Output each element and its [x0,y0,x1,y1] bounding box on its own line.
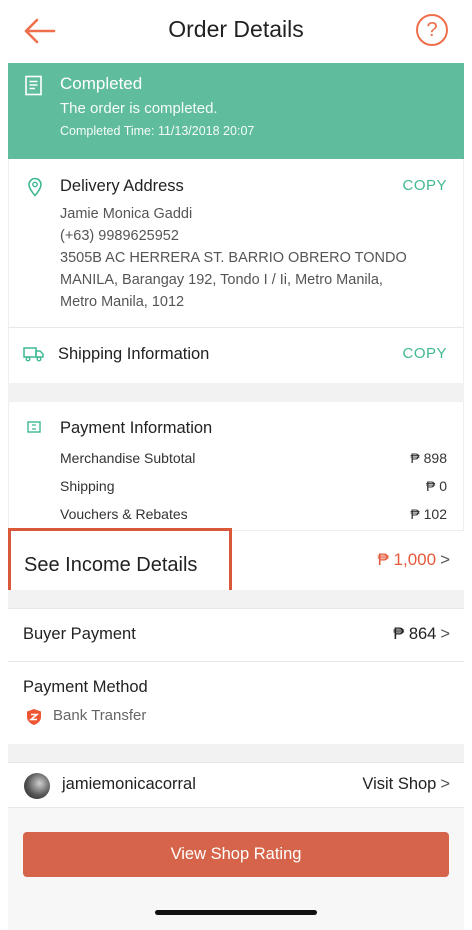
payment-information-title: Payment Information [60,419,213,437]
shop-row[interactable]: jamiemonicacorral Visit Shop > [8,762,464,808]
recipient-name: Jamie Monica Gaddi [60,206,193,222]
app-header: Order Details ? [0,0,472,62]
section-divider [8,383,464,402]
row-value: ₱ 0 [425,478,447,494]
row-value: ₱ 102 [410,506,447,522]
page-title: Order Details [168,16,304,42]
payment-method-title: Payment Method [23,678,148,696]
delivery-address-title: Delivery Address [60,177,184,195]
money-icon [27,420,41,433]
address-line: 3505B AC HERRERA ST. BARRIO OBRERO TONDO [60,250,407,266]
section-divider [8,744,464,762]
truck-icon [23,346,45,362]
row-label: Vouchers & Rebates [60,506,188,522]
income-value: ₱ 1,000 > [377,550,450,570]
shipping-information-section[interactable]: Shipping Information COPY [8,327,464,383]
section-divider [8,590,464,608]
payment-method-value: Bank Transfer [53,707,147,724]
chevron-right-icon: > [440,550,450,569]
copy-address-button[interactable]: COPY [402,177,447,194]
view-shop-rating-button[interactable]: View Shop Rating [23,832,449,877]
address-line: Metro Manila, 1012 [60,294,185,310]
chevron-right-icon: > [440,775,450,793]
buyer-payment-amount: ₱ 864 [393,625,437,643]
help-icon[interactable]: ? [416,14,448,46]
buyer-payment-row[interactable]: Buyer Payment ₱ 864 > [8,608,464,662]
vouchers-rebates-row: Vouchers & Rebates ₱ 102 [60,506,447,522]
row-label: Shipping [60,478,115,494]
shield-icon [26,708,42,726]
buyer-payment-value: ₱ 864 > [393,625,450,644]
delivery-address-section: Delivery Address COPY Jamie Monica Gaddi… [8,159,464,327]
avatar [24,773,50,799]
location-pin-icon [27,177,43,197]
payment-method-section: Payment Method Bank Transfer [8,662,464,744]
receipt-icon [24,75,44,97]
recipient-phone: (+63) 9989625952 [60,228,179,244]
shop-username: jamiemonicacorral [62,775,196,793]
order-status-banner: Completed The order is completed. Comple… [8,63,464,159]
copy-shipping-button[interactable]: COPY [402,345,447,362]
row-value: ₱ 898 [410,450,447,466]
visit-shop-label: Visit Shop [362,775,437,793]
payment-information-section: Payment Information Merchandise Subtotal… [8,402,464,530]
shipping-fee-row: Shipping ₱ 0 [60,478,447,494]
row-label: Merchandise Subtotal [60,450,196,466]
see-income-details-label[interactable]: See Income Details [24,554,197,577]
completed-time: Completed Time: 11/13/2018 20:07 [60,124,255,138]
income-details-row[interactable]: See Income Details ₱ 1,000 > [8,528,464,596]
chevron-right-icon: > [440,625,450,643]
address-lines: Jamie Monica Gaddi (+63) 9989625952 3505… [60,203,450,313]
merchandise-subtotal-row: Merchandise Subtotal ₱ 898 [60,450,447,466]
buyer-payment-label: Buyer Payment [23,625,136,643]
visit-shop-link[interactable]: Visit Shop > [362,775,450,794]
home-indicator[interactable] [155,910,317,915]
status-message: The order is completed. [60,100,218,117]
status-title: Completed [60,74,143,93]
income-amount: ₱ 1,000 [377,550,437,569]
shipping-information-title: Shipping Information [58,345,210,363]
address-line: MANILA, Barangay 192, Tondo I / Ii, Metr… [60,272,383,288]
